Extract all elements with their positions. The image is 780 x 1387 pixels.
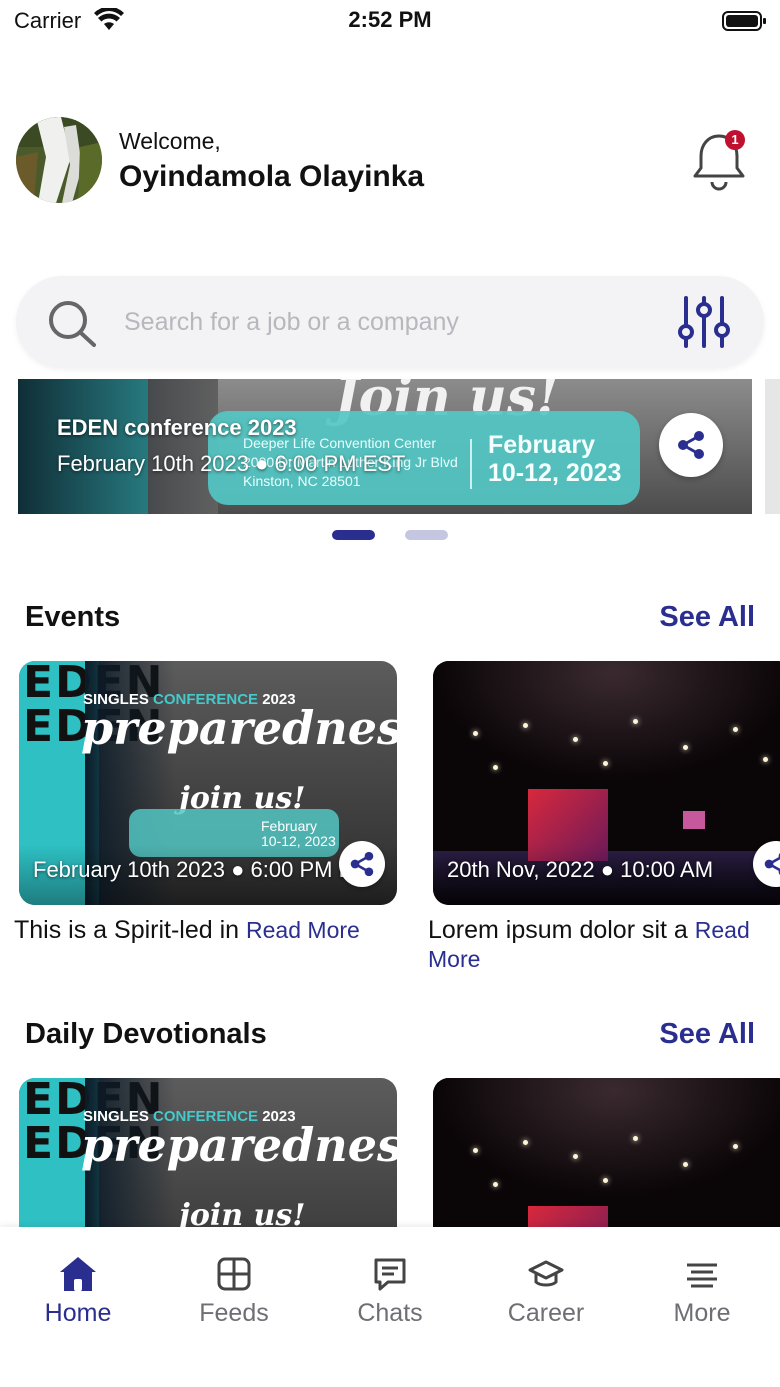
stage-light xyxy=(493,1182,498,1187)
stage-light xyxy=(523,723,528,728)
search-icon xyxy=(46,298,98,348)
event-description: This is a Spirit-led in Read More xyxy=(14,916,374,945)
carousel-dot[interactable] xyxy=(405,530,448,540)
tab-home[interactable]: Home xyxy=(0,1255,156,1328)
share-icon xyxy=(678,431,704,459)
graduation-cap-icon xyxy=(528,1260,564,1287)
event-card[interactable]: EDEN EDEN SINGLES CONFERENCE 2023 prepar… xyxy=(19,661,397,905)
event-description-text: Lorem ipsum dolor sit a xyxy=(428,916,688,944)
share-icon xyxy=(350,851,374,877)
events-title: Events xyxy=(25,601,121,633)
chat-icon xyxy=(374,1258,406,1291)
stage-light xyxy=(633,719,638,724)
flyer-title: preparedness xyxy=(81,701,397,755)
tab-label: Feeds xyxy=(199,1299,269,1327)
stage-light xyxy=(633,1136,638,1141)
events-see-all-link[interactable]: See All xyxy=(659,601,755,634)
user-name: Oyindamola Olayinka xyxy=(119,160,425,193)
event-description: Lorem ipsum dolor sit a Read More xyxy=(428,916,778,974)
grid-icon xyxy=(217,1257,251,1291)
banner-pill-divider xyxy=(470,439,472,489)
tab-career[interactable]: Career xyxy=(468,1255,624,1328)
tab-chats[interactable]: Chats xyxy=(312,1255,468,1328)
stage-light xyxy=(683,745,688,750)
stage-light xyxy=(603,1178,608,1183)
share-icon xyxy=(764,853,780,875)
stage-light xyxy=(493,765,498,770)
tab-label: More xyxy=(673,1299,731,1327)
next-slide-peek xyxy=(765,379,780,514)
banner-shade xyxy=(18,379,218,514)
stage-screen-small xyxy=(683,811,705,829)
stage-light xyxy=(573,737,578,742)
read-more-link[interactable]: Read More xyxy=(246,917,360,943)
stage-light xyxy=(683,1162,688,1167)
tab-feeds[interactable]: Feeds xyxy=(156,1255,312,1328)
welcome-text: Welcome, xyxy=(119,128,221,154)
stage-light xyxy=(733,727,738,732)
stage-light xyxy=(763,757,768,762)
search-bar xyxy=(16,276,764,368)
tab-label: Chats xyxy=(357,1299,423,1327)
stage-light xyxy=(603,761,608,766)
search-input[interactable] xyxy=(124,301,644,343)
banner-title: EDEN conference 2023 xyxy=(57,415,297,440)
event-date: 20th Nov, 2022 ● 10:00 AM xyxy=(447,857,714,882)
clock: 2:52 PM xyxy=(348,7,432,32)
event-description-text: This is a Spirit-led in xyxy=(14,916,240,944)
stage-light xyxy=(523,1140,528,1145)
tab-label: Career xyxy=(507,1299,585,1327)
filter-sliders-icon[interactable] xyxy=(678,296,730,348)
banner-datetime: February 10th 2023 ● 6:00 PM EST xyxy=(57,451,406,476)
carousel-dot-active[interactable] xyxy=(332,530,375,540)
devotionals-title: Daily Devotionals xyxy=(25,1018,267,1050)
battery-icon xyxy=(722,10,766,37)
devotionals-see-all-link[interactable]: See All xyxy=(659,1018,755,1051)
avatar[interactable] xyxy=(16,117,102,203)
banner-date-range: February 10-12, 2023 xyxy=(488,431,622,487)
flyer-title: preparedness xyxy=(81,1118,397,1172)
event-card[interactable]: 20th Nov, 2022 ● 10:00 AM xyxy=(433,661,780,905)
tab-more[interactable]: More xyxy=(624,1255,780,1328)
notification-badge: 1 xyxy=(725,130,745,150)
tab-label: Home xyxy=(44,1299,112,1327)
stage-light xyxy=(573,1154,578,1159)
menu-icon xyxy=(687,1263,717,1288)
bottom-tab-bar: Home Feeds Chats Career More xyxy=(0,1227,780,1387)
stage-light xyxy=(473,1148,478,1153)
home-icon xyxy=(60,1257,96,1291)
featured-event-banner[interactable]: Join us! Deeper Life Convention Center 2… xyxy=(18,379,752,514)
banner-share-button[interactable] xyxy=(659,413,723,477)
stage-light xyxy=(733,1144,738,1149)
event-share-button[interactable] xyxy=(339,841,385,887)
event-date: February 10th 2023 ● 6:00 PM EST xyxy=(33,857,382,882)
stage-light xyxy=(473,731,478,736)
status-bar: Carrier 2:52 PM xyxy=(0,0,780,44)
